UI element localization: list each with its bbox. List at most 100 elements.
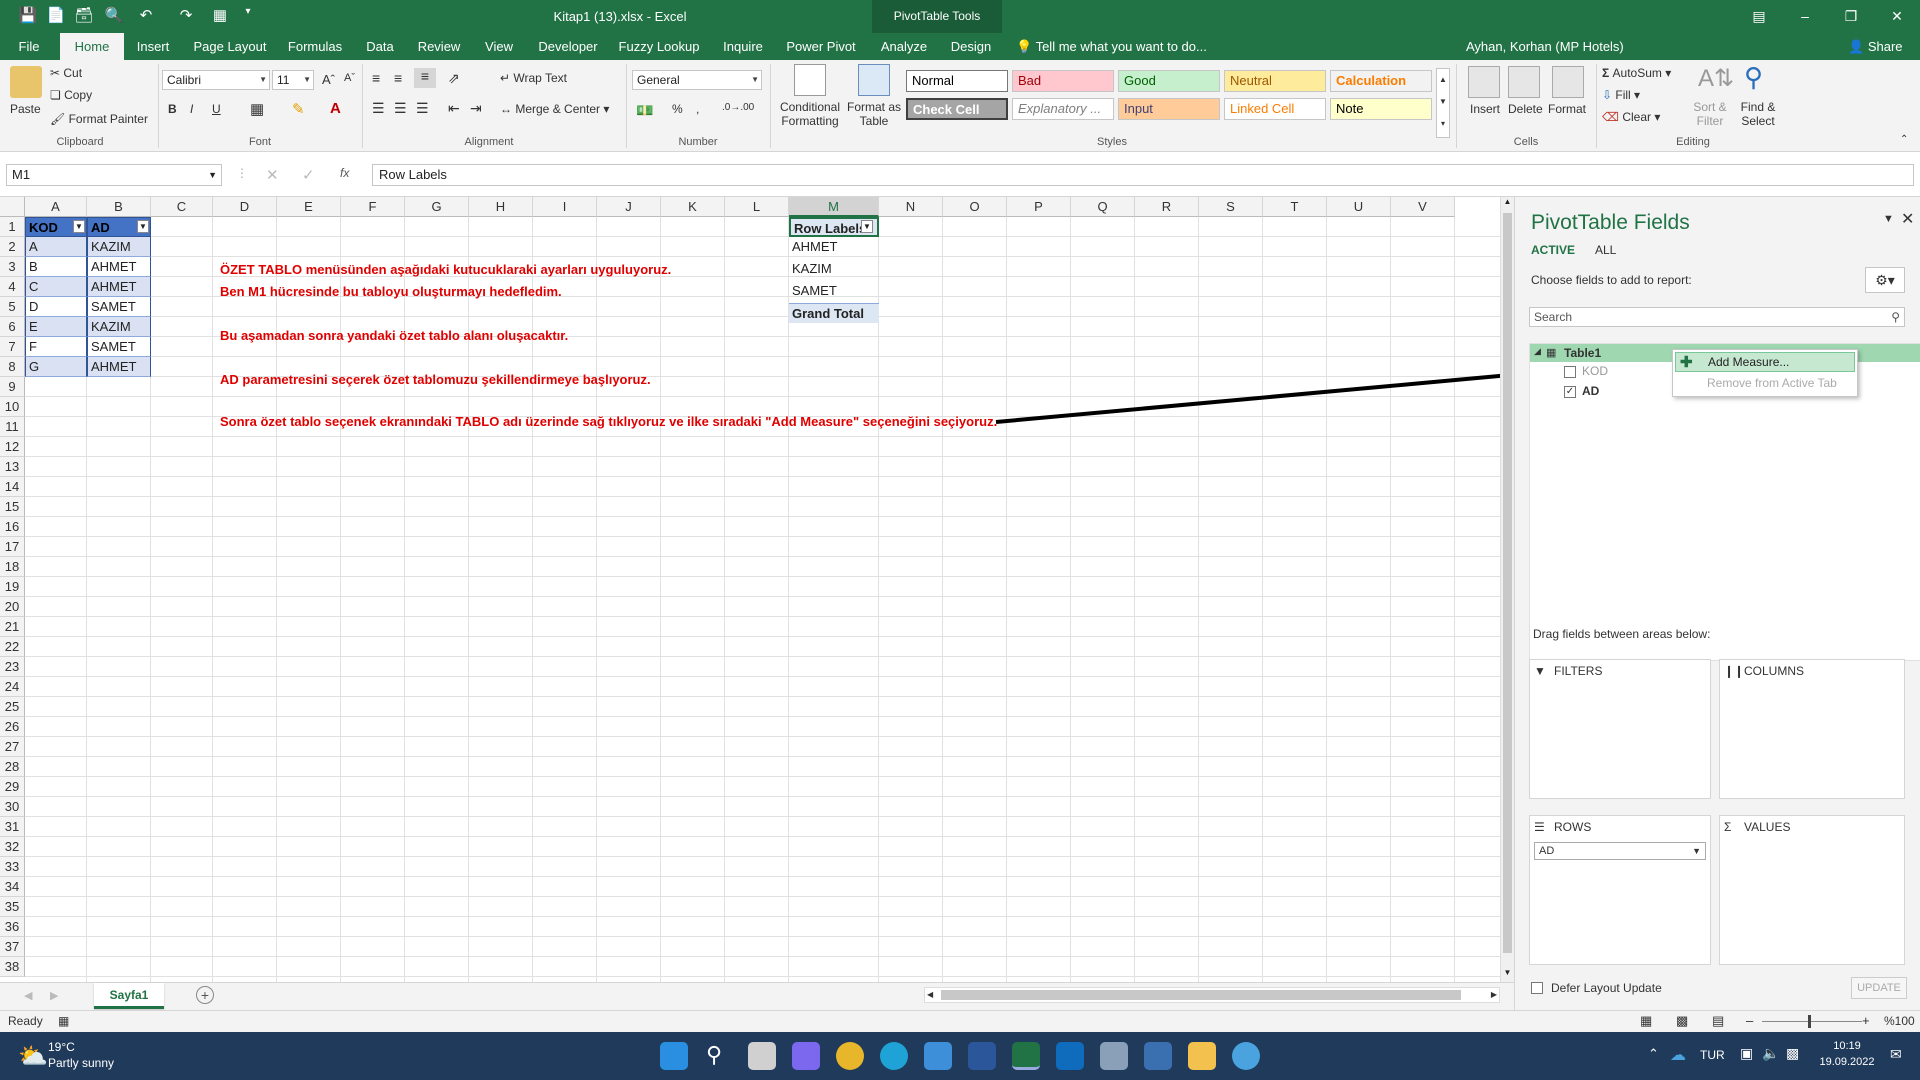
format-as-table-icon[interactable] bbox=[858, 64, 890, 96]
pivot-filter-dropdown-icon[interactable]: ▼ bbox=[861, 220, 873, 233]
row-header-28[interactable]: 28 bbox=[0, 757, 25, 777]
tray-chevron-icon[interactable]: ⌃ bbox=[1648, 1046, 1659, 1062]
font-color-icon[interactable]: A bbox=[330, 100, 341, 117]
tab-formulas[interactable]: Formulas bbox=[284, 33, 346, 60]
row-header-9[interactable]: 9 bbox=[0, 377, 25, 397]
clear-button[interactable]: ⌫ Clear ▾ bbox=[1602, 110, 1660, 124]
row-header-33[interactable]: 33 bbox=[0, 857, 25, 877]
row-header-31[interactable]: 31 bbox=[0, 817, 25, 837]
style-calculation[interactable]: Calculation bbox=[1330, 70, 1432, 92]
sort-filter-label[interactable]: Sort & Filter bbox=[1690, 100, 1730, 128]
table-cell[interactable]: AHMET bbox=[87, 357, 151, 377]
sheet-tab-sayfa1[interactable]: Sayfa1 bbox=[94, 983, 164, 1009]
style-explanatory[interactable]: Explanatory ... bbox=[1012, 98, 1114, 120]
column-header-i[interactable]: I bbox=[533, 197, 597, 217]
vpn-icon[interactable] bbox=[924, 1042, 952, 1070]
ribbon-display-icon[interactable]: ▤ bbox=[1736, 0, 1782, 33]
column-header-n[interactable]: N bbox=[879, 197, 943, 217]
pivot-row-item[interactable]: AHMET bbox=[789, 237, 879, 257]
table-cell[interactable]: KAZIM bbox=[87, 317, 151, 337]
undo-icon[interactable]: ↶ bbox=[134, 6, 158, 26]
column-header-r[interactable]: R bbox=[1135, 197, 1199, 217]
row-header-4[interactable]: 4 bbox=[0, 277, 25, 297]
row-header-11[interactable]: 11 bbox=[0, 417, 25, 437]
language-indicator[interactable]: TUR bbox=[1700, 1048, 1725, 1062]
column-header-m[interactable]: M bbox=[789, 197, 879, 217]
style-neutral[interactable]: Neutral bbox=[1224, 70, 1326, 92]
redo-icon[interactable]: ↷ bbox=[174, 6, 198, 26]
task-view-icon[interactable] bbox=[748, 1042, 776, 1070]
page-layout-view-icon[interactable]: ▩ bbox=[1676, 1013, 1688, 1029]
decrease-indent-icon[interactable]: ⇤ bbox=[448, 100, 460, 117]
scroll-right-icon[interactable]: ▶ bbox=[1491, 990, 1497, 999]
style-normal[interactable]: Normal bbox=[906, 70, 1008, 92]
zoom-slider-thumb[interactable] bbox=[1808, 1015, 1811, 1028]
delete-label[interactable]: Delete bbox=[1508, 102, 1543, 116]
column-header-v[interactable]: V bbox=[1391, 197, 1455, 217]
underline-button[interactable]: U bbox=[212, 102, 221, 116]
row-header-25[interactable]: 25 bbox=[0, 697, 25, 717]
column-header-l[interactable]: L bbox=[725, 197, 789, 217]
display-icon[interactable]: ▣ bbox=[1740, 1045, 1753, 1062]
scroll-down-icon[interactable]: ▼ bbox=[1501, 968, 1514, 982]
conditional-formatting-label[interactable]: Conditional Formatting bbox=[776, 100, 844, 128]
row-header-3[interactable]: 3 bbox=[0, 257, 25, 277]
page-break-view-icon[interactable]: ▤ bbox=[1712, 1013, 1724, 1029]
zoom-slider[interactable] bbox=[1762, 1021, 1862, 1022]
paste-icon[interactable] bbox=[10, 66, 42, 98]
kod-checkbox[interactable] bbox=[1564, 366, 1576, 378]
tab-page-layout[interactable]: Page Layout bbox=[190, 33, 270, 60]
column-header-e[interactable]: E bbox=[277, 197, 341, 217]
pane-options-icon[interactable]: ▼ bbox=[1883, 213, 1894, 225]
ad-checkbox[interactable]: ✓ bbox=[1564, 386, 1576, 398]
clock-time[interactable]: 10:19 bbox=[1818, 1040, 1876, 1052]
battery-icon[interactable]: ▩ bbox=[1786, 1045, 1799, 1062]
insert-function-icon[interactable]: fx bbox=[340, 166, 349, 180]
defer-update-checkbox[interactable] bbox=[1531, 982, 1543, 994]
tab-data[interactable]: Data bbox=[360, 33, 400, 60]
style-good[interactable]: Good bbox=[1118, 70, 1220, 92]
row-header-34[interactable]: 34 bbox=[0, 877, 25, 897]
column-header-c[interactable]: C bbox=[151, 197, 213, 217]
filters-area[interactable]: ▼ FILTERS bbox=[1529, 659, 1711, 799]
table-cell[interactable]: C bbox=[25, 277, 87, 297]
column-header-b[interactable]: B bbox=[87, 197, 151, 217]
tell-me-box[interactable]: 💡 Tell me what you want to do... bbox=[1016, 33, 1207, 60]
chrome-icon[interactable] bbox=[836, 1042, 864, 1070]
columns-area[interactable]: ❙❙ COLUMNS bbox=[1719, 659, 1905, 799]
tab-home[interactable]: Home bbox=[60, 33, 124, 60]
row-header-24[interactable]: 24 bbox=[0, 677, 25, 697]
style-note[interactable]: Note bbox=[1330, 98, 1432, 120]
table1-node[interactable]: Table1 bbox=[1564, 346, 1601, 360]
zoom-level[interactable]: %100 bbox=[1884, 1014, 1915, 1028]
column-header-d[interactable]: D bbox=[213, 197, 277, 217]
close-icon[interactable]: ✕ bbox=[1874, 0, 1920, 33]
name-box[interactable]: M1 ▼ bbox=[6, 164, 222, 186]
word-icon[interactable] bbox=[968, 1042, 996, 1070]
style-linked-cell[interactable]: Linked Cell bbox=[1224, 98, 1326, 120]
format-label[interactable]: Format bbox=[1548, 102, 1586, 116]
row-header-1[interactable]: 1 bbox=[0, 217, 25, 237]
sort-filter-icon[interactable]: A⇅ bbox=[1698, 64, 1734, 93]
weather-icon[interactable]: ⛅ bbox=[18, 1042, 48, 1071]
table-cell[interactable]: AHMET bbox=[87, 277, 151, 297]
paste-label[interactable]: Paste bbox=[10, 102, 41, 116]
align-center-icon[interactable]: ☰ bbox=[394, 100, 407, 117]
row-header-26[interactable]: 26 bbox=[0, 717, 25, 737]
close-pane-icon[interactable]: ✕ bbox=[1901, 209, 1914, 229]
tab-view[interactable]: View bbox=[478, 33, 520, 60]
pivot-grand-total[interactable]: Grand Total bbox=[789, 303, 879, 323]
insert-label[interactable]: Insert bbox=[1470, 102, 1500, 116]
cancel-entry-icon[interactable]: ✕ bbox=[266, 166, 279, 184]
save-as-icon[interactable]: 🗃 bbox=[72, 6, 96, 26]
share-button[interactable]: 👤 Share bbox=[1848, 33, 1903, 60]
excel-icon[interactable] bbox=[1012, 1042, 1040, 1070]
tab-fuzzy-lookup[interactable]: Fuzzy Lookup bbox=[616, 33, 702, 60]
row-header-5[interactable]: 5 bbox=[0, 297, 25, 317]
teams-chat-icon[interactable] bbox=[792, 1042, 820, 1070]
format-cells-icon[interactable] bbox=[1552, 66, 1584, 98]
minimize-icon[interactable]: – bbox=[1782, 0, 1828, 33]
table-cell[interactable]: SAMET bbox=[87, 337, 151, 357]
align-top-icon[interactable]: ≡ bbox=[372, 70, 380, 86]
find-select-label[interactable]: Find & Select bbox=[1736, 100, 1780, 128]
